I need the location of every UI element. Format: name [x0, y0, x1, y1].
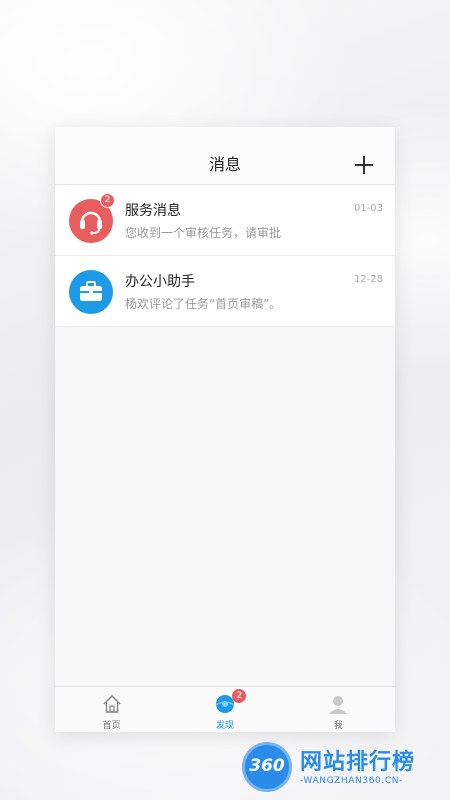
tab-profile[interactable]: 我 [282, 687, 395, 732]
profile-icon [329, 696, 348, 714]
briefcase-icon [69, 270, 113, 314]
tab-discover[interactable]: 2 发现 [168, 687, 281, 732]
page-title: 消息 [208, 155, 241, 174]
discover-badge: 2 [232, 689, 247, 703]
unread-badge: 2 [100, 193, 115, 208]
watermark-logo: 360 网站排行榜 -WANGZHAN360.CN- [242, 740, 450, 796]
item-time: 01-03 [353, 203, 383, 214]
360-logo-icon: 360 [242, 742, 292, 792]
navigation-bar: 消息 [55, 127, 395, 185]
list-item-service-messages[interactable]: 2 服务消息 您收到一个审核任务，请审批 01-03 [55, 185, 395, 256]
home-icon [103, 694, 121, 713]
item-time: 12-28 [353, 274, 383, 285]
tab-label: 我 [333, 721, 343, 731]
item-preview: 您收到一个审核任务，请审批 [125, 226, 282, 240]
tab-bar: 首页 2 发现 我 [55, 686, 395, 732]
item-title: 办公小助手 [125, 274, 195, 290]
item-title: 服务消息 [125, 203, 181, 219]
tab-label: 首页 [102, 721, 121, 731]
item-preview: 杨欢评论了任务“首页审稿”。 [125, 297, 282, 311]
app-screen: 消息 2 服务消息 您收到一个审核任务，请审批 01-03 办公小助手 杨欢评论… [55, 127, 395, 732]
message-list: 2 服务消息 您收到一个审核任务，请审批 01-03 办公小助手 杨欢评论了任务… [55, 185, 395, 327]
watermark-domain: -WANGZHAN360.CN- [300, 776, 403, 786]
tab-home[interactable]: 首页 [55, 687, 168, 732]
tab-label: 发现 [215, 721, 234, 731]
list-item-office-assistant[interactable]: 办公小助手 杨欢评论了任务“首页审稿”。 12-28 [55, 256, 395, 327]
plus-icon[interactable] [355, 156, 373, 174]
watermark-brand: 网站排行榜 [300, 750, 416, 775]
